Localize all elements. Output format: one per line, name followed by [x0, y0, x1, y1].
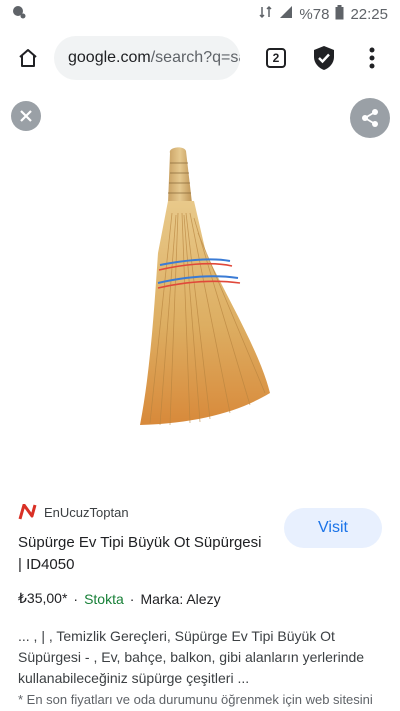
broom-image [140, 147, 270, 426]
status-bar: %78 22:25 [0, 0, 400, 28]
source-name: EnUcuzToptan [44, 504, 129, 520]
footnote: * En son fiyatları ve oda durumunu öğren… [18, 692, 373, 707]
shield-check-icon [314, 46, 334, 70]
close-icon [20, 110, 32, 122]
close-button[interactable] [11, 101, 41, 131]
safe-browsing-button[interactable] [306, 40, 342, 76]
visit-button[interactable]: Visit [284, 508, 382, 548]
source-row[interactable]: EnUcuzToptan [18, 504, 129, 520]
share-button[interactable] [350, 98, 390, 138]
result-title[interactable]: Süpürge Ev Tipi Büyük Ot Süpürgesi | ID4… [18, 532, 268, 576]
url-path: /search?q=sa [150, 49, 240, 66]
status-left [12, 5, 26, 23]
separator: · [129, 590, 135, 607]
clock: 22:25 [350, 5, 388, 23]
address-bar[interactable]: google.com/search?q=sa [54, 36, 240, 80]
network-icon [259, 5, 273, 23]
notification-icon [12, 5, 26, 23]
signal-icon [279, 5, 293, 23]
home-button[interactable] [10, 40, 46, 76]
menu-button[interactable] [354, 40, 390, 76]
status-right: %78 22:25 [259, 4, 388, 24]
more-vert-icon [369, 47, 375, 69]
tab-switcher-button[interactable]: 2 [258, 40, 294, 76]
stock-status: Stokta [84, 590, 124, 607]
home-icon [19, 49, 37, 67]
result-info: EnUcuzToptan Visit Süpürge Ev Tipi Büyük… [0, 490, 400, 711]
battery-percent: %78 [299, 5, 330, 23]
share-icon [362, 109, 378, 127]
description: ... , | , Temizlik Gereçleri, Süpürge Ev… [18, 628, 365, 686]
separator: · [73, 590, 79, 607]
image-preview [0, 88, 400, 490]
url-domain: google.com [68, 49, 151, 66]
browser-toolbar: google.com/search?q=sa 2 [0, 28, 400, 88]
price-row: ₺35,00* · Stokta · Marka: Alezy [18, 590, 221, 607]
site-logo-icon [18, 504, 37, 520]
brand: Marka: Alezy [140, 590, 221, 607]
battery-icon [335, 4, 344, 24]
price: ₺35,00* [18, 590, 68, 606]
tab-count: 2 [266, 48, 286, 68]
